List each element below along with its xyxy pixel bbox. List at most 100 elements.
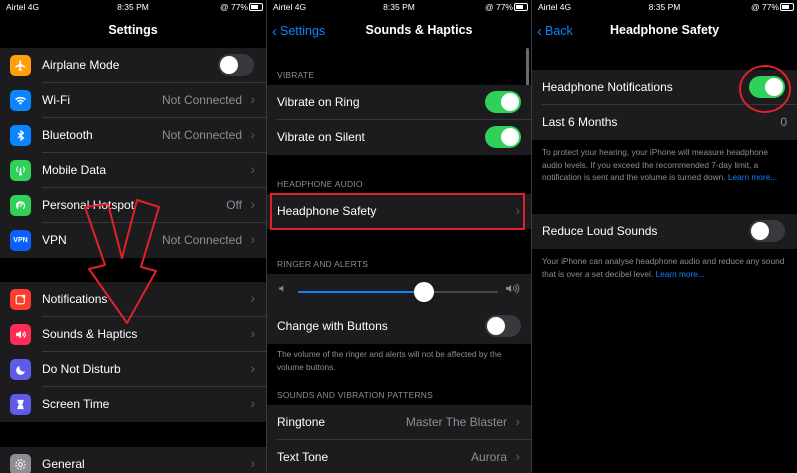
page-title: Settings: [108, 23, 158, 37]
section-header-headphone-audio: HEADPHONE AUDIO: [277, 179, 363, 189]
patterns-group: Ringtone Master The Blaster › Text Tone …: [267, 405, 531, 473]
notifications-footer: To protect your hearing, your iPhone wil…: [542, 146, 787, 184]
chevron-right-icon: ›: [250, 231, 255, 247]
settings-row-wifi[interactable]: Wi-Fi Not Connected ›: [0, 83, 266, 118]
volume-low-icon: [278, 283, 287, 297]
change-with-buttons-toggle[interactable]: [485, 315, 521, 337]
status-bar: Airtel 4G 8:35 PM @ 77%: [532, 0, 797, 14]
headphone-safety-panel: Airtel 4G 8:35 PM @ 77% ‹ Back Headphone …: [532, 0, 797, 473]
text-tone-row[interactable]: Text Tone Aurora ›: [267, 440, 531, 473]
slider-fill: [298, 291, 424, 293]
annotation-highlight-box: [270, 193, 525, 230]
settings-panel: Airtel 4G 8:35 PM @ 77% Settings Airplan…: [0, 0, 266, 473]
vibrate-group: Vibrate on Ring Vibrate on Silent: [267, 85, 531, 155]
chevron-right-icon: ›: [515, 448, 520, 464]
chevron-right-icon: ›: [250, 455, 255, 471]
ringer-volume-slider[interactable]: [298, 282, 498, 302]
page-title: Sounds & Haptics: [365, 23, 473, 37]
row-label: Text Tone: [277, 450, 329, 464]
general-group: General ›: [0, 447, 266, 473]
speaker-icon: [10, 324, 31, 345]
battery-icon: [514, 3, 528, 11]
ringtone-value: Master The Blaster: [405, 415, 507, 429]
ringer-footer-text: The volume of the ringer and alerts will…: [277, 349, 502, 372]
row-label: Screen Time: [42, 397, 110, 411]
row-label: Reduce Loud Sounds: [542, 224, 658, 238]
battery-icon: [780, 3, 794, 11]
nav-bar: Settings: [0, 14, 266, 46]
page-title: Headphone Safety: [609, 23, 720, 37]
vpn-icon: VPN: [10, 230, 31, 251]
slider-thumb[interactable]: [414, 282, 434, 302]
learn-more-link[interactable]: Learn more...: [728, 172, 777, 182]
row-label: Airplane Mode: [42, 58, 120, 72]
moon-icon: [10, 359, 31, 380]
sounds-haptics-panel: Airtel 4G 8:35 PM @ 77% ‹ Settings Sounds…: [267, 0, 531, 473]
hotspot-icon: [10, 195, 31, 216]
battery-percentage: @ 77%: [219, 2, 248, 12]
row-label: Headphone Notifications: [542, 80, 673, 94]
volume-high-icon: [505, 283, 520, 297]
chevron-right-icon: ›: [250, 290, 255, 306]
battery-percentage: @ 77%: [484, 2, 513, 12]
vibrate-on-ring-toggle[interactable]: [485, 91, 521, 113]
vibrate-on-silent-toggle[interactable]: [485, 126, 521, 148]
row-label: Last 6 Months: [542, 115, 618, 129]
vibrate-on-ring-row: Vibrate on Ring: [267, 85, 531, 120]
row-label: Bluetooth: [42, 128, 93, 142]
ringer-volume-row: [267, 274, 531, 309]
reduce-loud-sounds-group: Reduce Loud Sounds: [532, 214, 797, 249]
chevron-right-icon: ›: [250, 161, 255, 177]
row-label: Vibrate on Silent: [277, 130, 365, 144]
section-header-patterns: SOUNDS AND VIBRATION PATTERNS: [277, 390, 433, 400]
chevron-right-icon: ›: [250, 395, 255, 411]
bluetooth-icon: [10, 125, 31, 146]
wifi-icon: [10, 90, 31, 111]
hourglass-icon: [10, 394, 31, 415]
chevron-right-icon: ›: [250, 91, 255, 107]
last-6-months-value: 0: [780, 115, 787, 129]
settings-row-bluetooth[interactable]: Bluetooth Not Connected ›: [0, 118, 266, 153]
reduce-loud-sounds-footer: Your iPhone can analyse headphone audio …: [542, 255, 787, 280]
nav-bar: ‹ Back Headphone Safety: [532, 14, 797, 46]
chevron-right-icon: ›: [250, 325, 255, 341]
row-label: Change with Buttons: [277, 319, 388, 333]
antenna-icon: [10, 160, 31, 181]
status-bar: Airtel 4G 8:35 PM @ 77%: [0, 0, 266, 14]
annotation-highlight-circle: [739, 65, 791, 113]
wifi-status: Not Connected: [161, 93, 242, 107]
row-label: Do Not Disturb: [42, 362, 121, 376]
reduce-loud-sounds-toggle[interactable]: [749, 220, 785, 242]
chevron-right-icon: ›: [250, 196, 255, 212]
text-tone-value: Aurora: [470, 450, 507, 464]
settings-row-screen-time[interactable]: Screen Time ›: [0, 387, 266, 422]
row-label: Wi-Fi: [42, 93, 70, 107]
learn-more-link[interactable]: Learn more...: [655, 269, 704, 279]
row-label: General: [42, 457, 85, 471]
airplane-mode-toggle[interactable]: [218, 54, 254, 76]
settings-row-general[interactable]: General ›: [0, 447, 266, 473]
chevron-left-icon: ‹: [272, 23, 277, 40]
battery-icon: [249, 3, 263, 11]
status-bar: Airtel 4G 8:35 PM @ 77%: [267, 0, 531, 14]
section-header-vibrate: VIBRATE: [277, 70, 315, 80]
settings-row-do-not-disturb[interactable]: Do Not Disturb ›: [0, 352, 266, 387]
settings-row-airplane-mode[interactable]: Airplane Mode: [0, 48, 266, 83]
notifications-icon: [10, 289, 31, 310]
ringtone-row[interactable]: Ringtone Master The Blaster ›: [267, 405, 531, 440]
reduce-loud-sounds-row: Reduce Loud Sounds: [532, 214, 797, 249]
row-label: VPN: [42, 233, 67, 247]
row-label: Ringtone: [277, 415, 326, 429]
annotation-arrow-icon: [84, 199, 160, 324]
airplane-icon: [10, 55, 31, 76]
nav-bar: ‹ Settings Sounds & Haptics: [267, 14, 531, 46]
settings-row-mobile-data[interactable]: Mobile Data ›: [0, 153, 266, 188]
battery-percentage: @ 77%: [750, 2, 779, 12]
bluetooth-status: Not Connected: [161, 128, 242, 142]
row-label: Mobile Data: [42, 163, 107, 177]
ringer-group: Change with Buttons: [267, 274, 531, 344]
vibrate-on-silent-row: Vibrate on Silent: [267, 120, 531, 155]
hotspot-status: Off: [226, 198, 242, 212]
chevron-right-icon: ›: [250, 126, 255, 142]
row-label: Vibrate on Ring: [277, 95, 360, 109]
